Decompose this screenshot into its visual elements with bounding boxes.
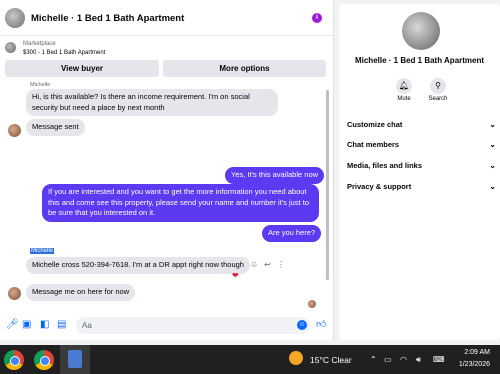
- mute-button[interactable]: 🔔︎ Mute: [389, 78, 419, 102]
- listing-thumbnail[interactable]: [5, 42, 16, 53]
- view-buyer-button[interactable]: View buyer: [5, 60, 159, 77]
- chevron-down-icon: ⌄: [489, 182, 496, 191]
- more-icon[interactable]: ⋮: [277, 260, 291, 269]
- chevron-down-icon: ⌄: [489, 161, 496, 170]
- message-input-placeholder: Aa: [82, 321, 92, 330]
- thumbs-up-icon[interactable]: 👍︎: [316, 318, 326, 330]
- menu-label: Privacy & support: [347, 182, 412, 191]
- marketplace-label: Marketplace: [23, 41, 56, 47]
- message-bubble-incoming[interactable]: Message sent: [26, 119, 85, 136]
- weather-icon[interactable]: [289, 351, 303, 365]
- clock-date[interactable]: 1/23/2026: [450, 361, 490, 368]
- message-bubble-outgoing[interactable]: Yes, It's this available now: [225, 167, 325, 184]
- menu-media-files-links[interactable]: Media, files and links ⌄: [347, 159, 496, 173]
- chrome-icon[interactable]: [34, 350, 54, 370]
- message-input[interactable]: Aa: [76, 317, 310, 334]
- weather-text[interactable]: 15°C Clear: [310, 355, 352, 365]
- message-bubble-incoming[interactable]: Hi, is this available? Is there an incom…: [26, 89, 278, 116]
- conversation-info-panel: Michelle · 1 Bed 1 Bath Apartment 🔔︎ Mut…: [339, 4, 500, 340]
- message-bubble-outgoing[interactable]: If you are interested and you want to ge…: [42, 184, 319, 222]
- listing-title[interactable]: $300 - 1 Bed 1 Bath Apartment: [23, 50, 105, 56]
- heart-reaction-icon[interactable]: ❤: [232, 271, 239, 280]
- wifi-icon[interactable]: ◠: [400, 355, 407, 364]
- keyboard-icon[interactable]: ⌨: [433, 355, 445, 364]
- menu-label: Chat members: [347, 140, 400, 149]
- chat-header: Michelle · 1 Bed 1 Bath Apartment i: [0, 0, 334, 36]
- clock-time[interactable]: 2:09 AM: [450, 349, 490, 356]
- search-button[interactable]: ⚲ Search: [423, 78, 453, 102]
- menu-privacy-support[interactable]: Privacy & support ⌄: [347, 180, 496, 194]
- avatar[interactable]: [5, 8, 25, 28]
- chevron-down-icon: ⌄: [489, 140, 496, 149]
- seen-indicator-avatar: [308, 300, 316, 308]
- menu-label: Media, files and links: [347, 161, 423, 170]
- gif-icon[interactable]: ▤: [57, 319, 66, 330]
- menu-label: Customize chat: [347, 120, 403, 129]
- react-icon[interactable]: ☺: [250, 260, 264, 269]
- chevron-down-icon: ⌄: [489, 120, 496, 129]
- message-bubble-incoming[interactable]: Michelle cross 520-394-7618. I'm at a DR…: [26, 257, 250, 274]
- chat-title[interactable]: Michelle · 1 Bed 1 Bath Apartment: [31, 13, 184, 24]
- sender-name: Michelle: [30, 82, 51, 88]
- chat-scrollbar[interactable]: [326, 90, 329, 280]
- chrome-icon[interactable]: [4, 350, 24, 370]
- message-actions: ☺↩⋮: [250, 260, 291, 269]
- search-icon: ⚲: [430, 78, 446, 94]
- microphone-icon[interactable]: 🎤︎: [6, 319, 19, 330]
- more-options-button[interactable]: More options: [163, 60, 326, 77]
- menu-customize-chat[interactable]: Customize chat ⌄: [347, 118, 496, 132]
- sticker-icon[interactable]: ◧: [40, 319, 49, 330]
- bell-icon: 🔔︎: [396, 78, 412, 94]
- sender-avatar[interactable]: [8, 287, 21, 300]
- search-label: Search: [428, 96, 448, 102]
- emoji-icon[interactable]: ☺: [297, 320, 307, 330]
- sender-avatar[interactable]: [8, 124, 21, 137]
- reply-icon[interactable]: ↩: [264, 260, 277, 269]
- app-icon[interactable]: [68, 350, 82, 368]
- message-bubble-outgoing[interactable]: Are you here?: [262, 225, 322, 242]
- avatar[interactable]: [402, 12, 440, 50]
- mute-label: Mute: [397, 96, 411, 102]
- message-bubble-incoming[interactable]: Message me on here for now: [26, 284, 136, 301]
- info-title: Michelle · 1 Bed 1 Bath Apartment: [354, 56, 485, 65]
- photo-icon[interactable]: ▣: [22, 319, 31, 330]
- sender-name: Michelle: [30, 248, 55, 254]
- info-icon[interactable]: i: [312, 13, 322, 23]
- volume-icon[interactable]: 🔊︎: [416, 355, 421, 365]
- chevron-up-icon[interactable]: ⌃: [370, 355, 377, 364]
- menu-chat-members[interactable]: Chat members ⌄: [347, 138, 496, 152]
- chat-panel: Michelle · 1 Bed 1 Bath Apartment i Mark…: [0, 0, 334, 340]
- network-icon[interactable]: ▭: [384, 355, 392, 364]
